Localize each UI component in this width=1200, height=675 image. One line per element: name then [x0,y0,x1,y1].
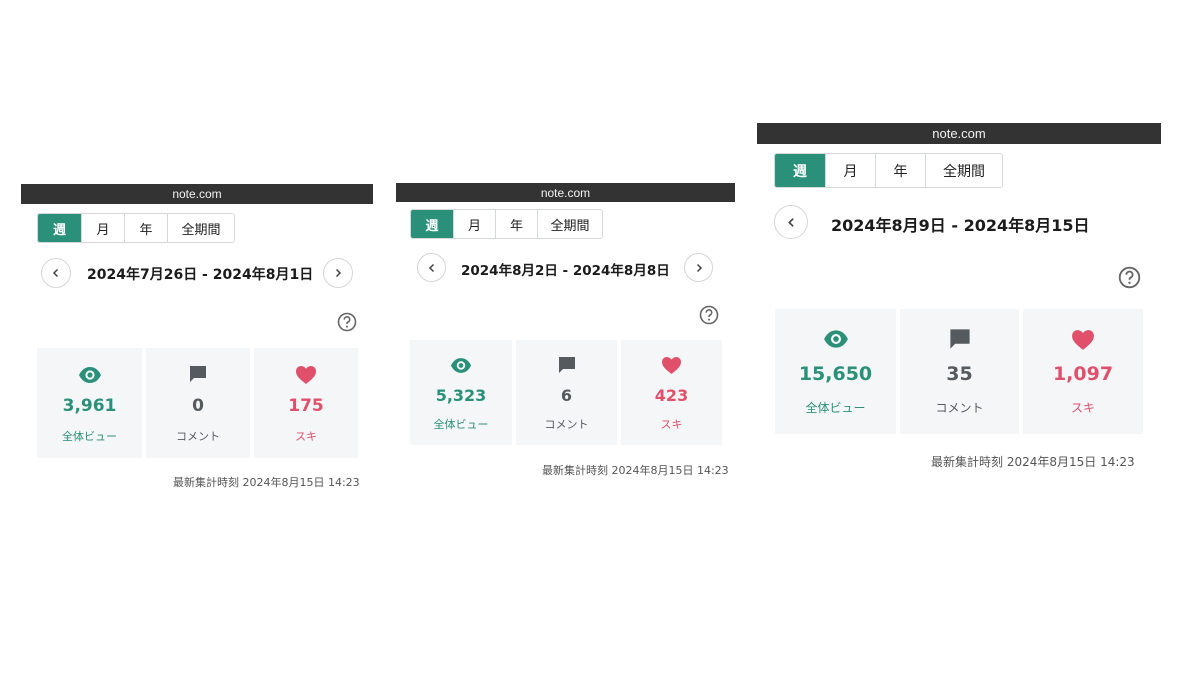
site-bar: note.com [757,123,1161,144]
stat-label: スキ [295,430,317,443]
help-icon[interactable] [337,312,357,332]
tab-all-time[interactable]: 全期間 [537,210,602,238]
stat-card-views: 3,961 全体ビュー [37,348,142,458]
tab-all-time[interactable]: 全期間 [925,154,1002,187]
tab-month[interactable]: 月 [825,154,875,187]
stat-value: 15,650 [798,363,873,385]
stat-label: 全体ビュー [805,401,866,415]
eye-icon [450,358,472,373]
stat-card-views: 15,650 全体ビュー [775,309,896,434]
stat-label: 全体ビュー [433,418,489,431]
heart-icon [1072,330,1094,350]
last-updated: 最新集計時刻 2024年8月15日 14:23 [931,455,1135,469]
date-range: 2024年7月26日 - 2024年8月1日 [87,267,314,283]
stat-value: 0 [192,396,204,416]
tab-month[interactable]: 月 [453,210,495,238]
next-period-button[interactable] [323,258,353,288]
comment-icon [558,357,575,373]
stats-cards: 3,961 全体ビュー 0 コメント 175 スキ [37,348,358,458]
prev-period-button[interactable] [417,253,446,282]
chevron-right-icon [335,268,342,278]
stats-cards: 5,323 全体ビュー 6 コメント 423 スキ [410,340,722,445]
stat-value: 6 [560,386,573,405]
tab-year[interactable]: 年 [124,214,167,242]
eye-icon [823,330,848,348]
stat-label: コメント [544,418,589,431]
stat-value: 423 [654,386,689,405]
stats-panel-week-1: note.com 週 月 年 全期間 2024年7月26日 - 2024年8月1… [21,184,373,494]
next-period-button[interactable] [684,253,713,282]
tab-month[interactable]: 月 [81,214,124,242]
period-tabs: 週 月 年 全期間 [774,153,1003,188]
period-tabs: 週 月 年 全期間 [37,213,235,243]
heart-icon [296,366,316,384]
stat-label: スキ [1070,401,1095,415]
stat-card-comments: 35 コメント [900,309,1019,434]
tab-all-time[interactable]: 全期間 [167,214,234,242]
stat-label: コメント [176,430,220,443]
stat-value: 5,323 [435,386,487,405]
site-bar: note.com [396,183,735,202]
tab-week[interactable]: 週 [38,214,81,242]
site-bar: note.com [21,184,373,204]
stat-card-likes: 1,097 スキ [1023,309,1143,434]
stat-card-comments: 6 コメント [516,340,617,445]
tab-year[interactable]: 年 [875,154,925,187]
help-icon[interactable] [699,305,719,325]
date-range: 2024年8月9日 - 2024年8月15日 [831,216,1090,235]
prev-period-button[interactable] [774,205,808,239]
stats-cards: 15,650 全体ビュー 35 コメント 1,097 スキ [775,309,1143,434]
stat-card-views: 5,323 全体ビュー [410,340,512,445]
comment-icon [949,329,970,349]
stat-card-comments: 0 コメント [146,348,250,458]
period-tabs: 週 月 年 全期間 [410,209,603,239]
stat-value: 35 [946,363,973,385]
stat-label: コメント [935,401,984,415]
tab-week[interactable]: 週 [775,154,825,187]
stat-label: スキ [660,418,683,431]
chevron-left-icon [428,263,434,272]
stats-panel-week-3: note.com 週 月 年 全期間 2024年8月9日 - 2024年8月15… [757,123,1161,475]
stat-value: 3,961 [62,396,117,416]
chevron-right-icon [696,263,702,272]
stat-value: 175 [288,396,324,416]
last-updated: 最新集計時刻 2024年8月15日 14:23 [542,464,729,477]
stat-card-likes: 423 スキ [621,340,722,445]
chevron-left-icon [52,268,59,278]
date-range: 2024年8月2日 - 2024年8月8日 [461,263,670,279]
last-updated: 最新集計時刻 2024年8月15日 14:23 [173,476,360,489]
heart-icon [662,356,681,375]
comment-icon [190,366,206,382]
stats-panel-week-2: note.com 週 月 年 全期間 2024年8月2日 - 2024年8月8日… [396,183,735,483]
stat-value: 1,097 [1052,363,1114,385]
chevron-left-icon [787,217,794,227]
stat-card-likes: 175 スキ [254,348,358,458]
tab-year[interactable]: 年 [495,210,537,238]
stat-label: 全体ビュー [62,430,117,443]
help-icon[interactable] [1118,266,1141,289]
eye-icon [78,367,101,383]
tab-week[interactable]: 週 [411,210,453,238]
prev-period-button[interactable] [41,258,71,288]
